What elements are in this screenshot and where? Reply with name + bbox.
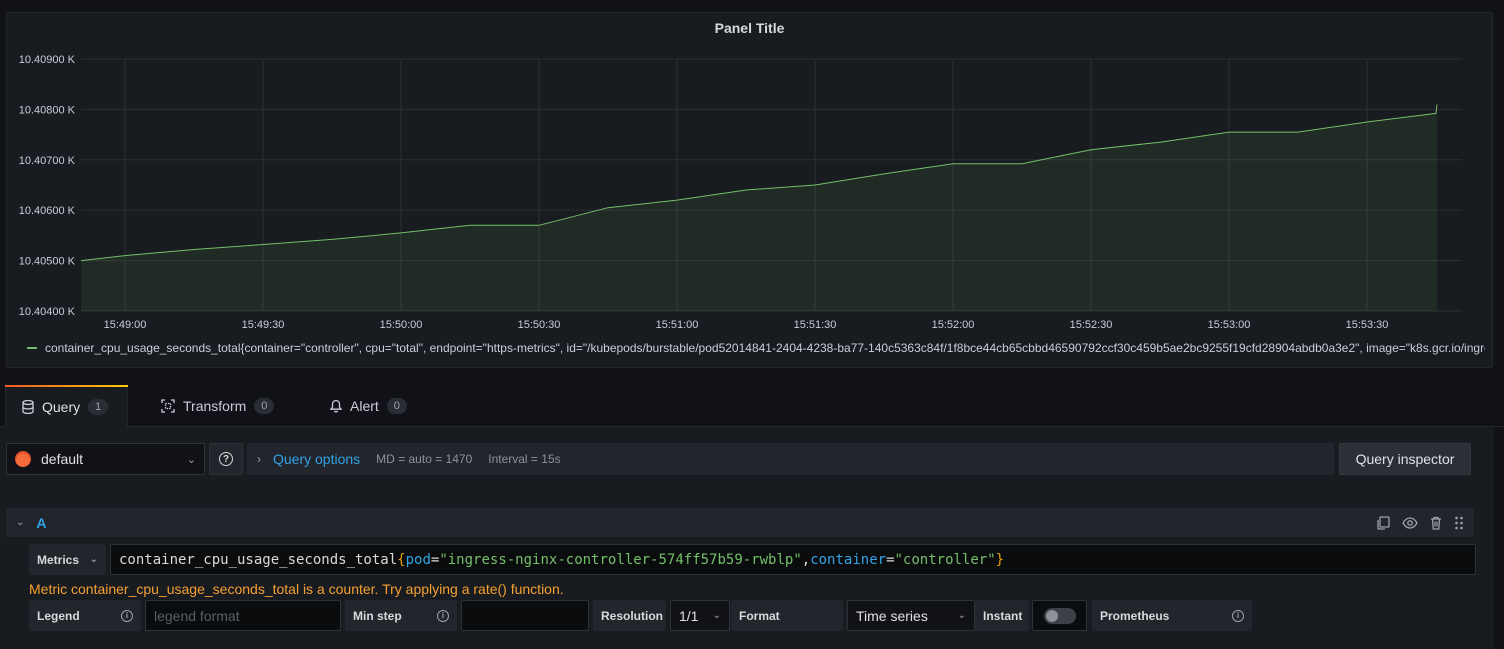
chevron-down-icon: ⌄ — [89, 554, 98, 565]
resolution-select[interactable]: 1/1 ⌄ — [670, 600, 730, 631]
tab-query-label: Query — [42, 399, 81, 415]
legend-label-text: Legend — [37, 608, 80, 623]
prometheus-logo-icon — [15, 451, 31, 467]
legend-label: Legend i — [29, 600, 141, 631]
query-ref-id[interactable]: A — [36, 515, 46, 531]
expr-eq: = — [886, 551, 895, 568]
legend[interactable]: container_cpu_usage_seconds_total{contai… — [27, 341, 1485, 355]
chevron-right-icon: › — [257, 452, 261, 466]
instant-label-text: Instant — [983, 608, 1023, 623]
expr-open-brace: { — [397, 551, 406, 568]
instant-toggle-wrapper — [1032, 600, 1087, 631]
chevron-down-icon[interactable]: ⌄ — [16, 517, 24, 528]
time-series-chart: 10.40400 K 10.40500 K 10.40600 K 10.40700 K… — [19, 54, 1462, 331]
y-tick-label: 10.40400 K — [19, 306, 76, 318]
datasource-picker[interactable]: default ⌄ — [6, 443, 205, 475]
bell-icon — [330, 399, 342, 413]
tab-query-count: 1 — [88, 399, 109, 415]
instant-label: Instant — [975, 600, 1029, 631]
x-tick-label: 15:53:30 — [1346, 319, 1389, 331]
chevron-down-icon: ⌄ — [186, 453, 196, 466]
query-options-interval: Interval = 15s — [488, 452, 561, 466]
expr-comma: , — [801, 551, 811, 568]
x-tick-label: 15:51:00 — [656, 319, 699, 331]
x-tick-label: 15:49:00 — [104, 319, 147, 331]
expr-label-pod: pod — [405, 551, 431, 568]
info-icon[interactable]: i — [1232, 609, 1244, 622]
datasource-help-button[interactable]: ? — [209, 443, 243, 475]
query-options-md: MD = auto = 1470 — [376, 452, 473, 466]
eye-icon[interactable] — [1402, 516, 1418, 530]
y-tick-label: 10.40500 K — [19, 256, 76, 268]
database-icon — [22, 400, 34, 414]
x-tick-label: 15:52:00 — [932, 319, 975, 331]
legend-series-name[interactable]: container_cpu_usage_seconds_total{contai… — [45, 341, 1485, 355]
expr-label-container: container — [810, 551, 887, 568]
query-inspector-button[interactable]: Query inspector — [1339, 443, 1471, 475]
resolution-label-text: Resolution — [601, 608, 663, 623]
legend-color-swatch — [27, 347, 37, 349]
tab-transform[interactable]: Transform 0 — [145, 385, 290, 427]
series-area-fill — [81, 104, 1437, 312]
query-row-actions — [1376, 515, 1464, 530]
tab-transform-label: Transform — [183, 398, 247, 414]
duplicate-icon[interactable] — [1376, 515, 1390, 530]
graph-panel: Panel Title 10.40400 K 10.40500 K 10.40600… — [6, 12, 1493, 368]
info-icon[interactable]: i — [437, 609, 449, 622]
resolution-label: Resolution — [593, 600, 666, 631]
y-tick-label: 10.40800 K — [19, 104, 76, 116]
query-row-header[interactable]: ⌄ A — [6, 508, 1474, 537]
y-tick-label: 10.40900 K — [19, 54, 76, 66]
instant-toggle[interactable] — [1043, 607, 1076, 624]
question-icon: ? — [219, 452, 233, 466]
tab-alert-count: 0 — [386, 398, 407, 414]
prometheus-label-text: Prometheus — [1100, 608, 1170, 623]
expr-value-pod: "ingress-nginx-controller-574ff57b59-rwb… — [439, 551, 802, 568]
x-tick-label: 15:52:30 — [1070, 319, 1113, 331]
format-label: Format — [731, 600, 843, 631]
transform-icon — [161, 399, 175, 413]
tab-query[interactable]: Query 1 — [5, 385, 128, 427]
x-tick-label: 15:50:30 — [518, 319, 561, 331]
expr-close-brace: } — [995, 551, 1005, 568]
resolution-value: 1/1 — [679, 607, 699, 624]
format-label-text: Format — [739, 608, 780, 623]
x-tick-label: 15:50:00 — [380, 319, 423, 331]
expr-metric: container_cpu_usage_seconds_total — [119, 551, 398, 568]
x-tick-label: 15:51:30 — [794, 319, 837, 331]
expr-value-container: "controller" — [894, 551, 996, 568]
prometheus-label: Prometheus i — [1092, 600, 1252, 631]
min-step-label-text: Min step — [353, 608, 402, 623]
legend-format-input[interactable]: legend format — [145, 600, 341, 631]
tab-alert-label: Alert — [350, 398, 379, 414]
trash-icon[interactable] — [1430, 516, 1442, 530]
drag-handle-icon[interactable] — [1454, 516, 1464, 530]
x-tick-label: 15:49:30 — [242, 319, 285, 331]
info-icon[interactable]: i — [121, 609, 133, 622]
counter-warning: Metric container_cpu_usage_seconds_total… — [29, 581, 564, 597]
metrics-browser-button[interactable]: Metrics ⌄ — [29, 544, 106, 575]
y-tick-label: 10.40600 K — [19, 205, 76, 217]
format-value: Time series — [856, 607, 928, 624]
x-tick-label: 15:53:00 — [1208, 319, 1251, 331]
tab-alert[interactable]: Alert 0 — [314, 385, 423, 427]
promql-expression-input[interactable]: container_cpu_usage_seconds_total{pod = "i… — [110, 544, 1476, 575]
min-step-label: Min step i — [345, 600, 457, 631]
query-options-title: Query options — [273, 451, 361, 467]
min-step-input[interactable] — [461, 600, 589, 631]
y-tick-label: 10.40700 K — [19, 155, 76, 167]
datasource-name: default — [41, 451, 84, 467]
editor-tabs: Query 1 Transform 0 Alert 0 — [0, 385, 1504, 427]
format-select[interactable]: Time series ⌄ — [847, 600, 975, 631]
expr-eq: = — [430, 551, 440, 568]
chevron-down-icon: ⌄ — [712, 610, 721, 621]
query-options[interactable]: › Query options MD = auto = 1470 Interva… — [247, 443, 1334, 475]
tab-transform-count: 0 — [254, 398, 275, 414]
metrics-label: Metrics — [37, 552, 80, 567]
chevron-down-icon: ⌄ — [957, 610, 966, 621]
